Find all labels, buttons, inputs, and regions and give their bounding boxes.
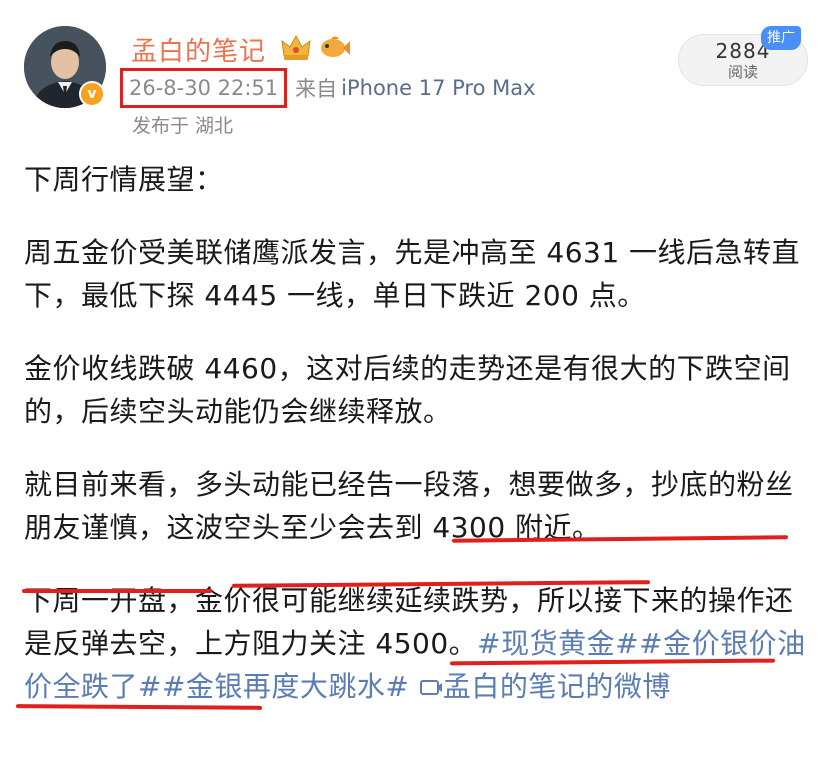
hashtag-link[interactable]: #金银再度大跳水#	[162, 670, 409, 703]
source-device[interactable]: iPhone 17 Pro Max	[341, 76, 535, 100]
user-badges	[279, 30, 351, 68]
meta-row: 26-8-30 22:51 来自 iPhone 17 Pro Max	[120, 68, 536, 108]
promo-tag[interactable]: 推广	[761, 26, 801, 50]
verified-badge-icon: v	[79, 81, 105, 107]
read-label: 阅读	[727, 63, 758, 81]
post-paragraph: 金价收线跌破 4460，这对后续的走势还是有很大的下跌空间的，后续空头动能仍会继…	[24, 352, 791, 428]
post-paragraph: 下周一开盘，金价很可能继续延续跌势，所以接下来的操作还是反弹去空，上方阻力关注 …	[24, 579, 814, 708]
link-icon	[419, 680, 442, 695]
post-body: 下周行情展望： 周五金价受美联储鹰派发言，先是冲高至 4631 一线后急转直下，…	[24, 158, 814, 738]
hashtag-link[interactable]: #现货黄金#	[477, 627, 639, 660]
annotation-underline	[22, 589, 212, 593]
crown-badge-icon[interactable]	[279, 30, 313, 68]
post-paragraph: 周五金价受美联储鹰派发言，先是冲高至 4631 一线后急转直下，最低下探 444…	[24, 236, 801, 312]
weibo-link[interactable]: 孟白的笔记的微博	[419, 670, 671, 703]
weibo-link-label: 孟白的笔记的微博	[442, 670, 671, 703]
source-label: 来自	[295, 77, 338, 101]
post-timestamp[interactable]: 26-8-30 22:51	[120, 68, 288, 108]
fish-badge-icon[interactable]	[317, 30, 351, 68]
post-header: v 孟白的笔记 26-8-30 22:51 来自 iPhone 17 Pro M…	[0, 0, 829, 150]
post-paragraph: 下周行情展望：	[24, 163, 224, 196]
username[interactable]: 孟白的笔记	[131, 31, 266, 68]
post-location: 发布于 湖北	[132, 115, 234, 137]
